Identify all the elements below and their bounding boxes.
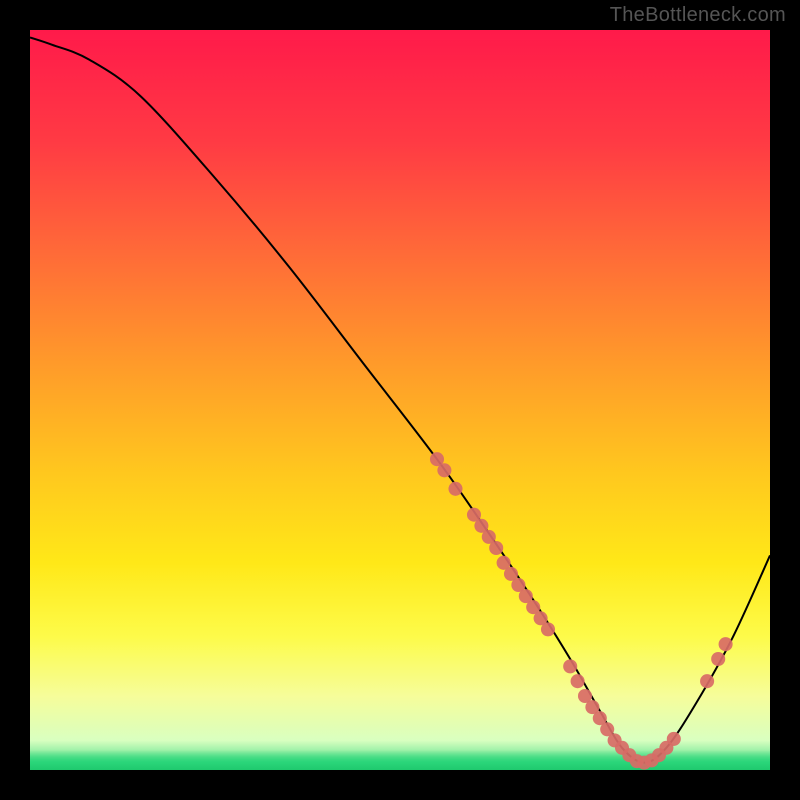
curve-dot — [667, 732, 681, 746]
curve-dot — [448, 482, 462, 496]
plot-area — [30, 30, 770, 770]
chart-svg — [30, 30, 770, 770]
curve-dot — [489, 541, 503, 555]
curve-dot — [541, 622, 555, 636]
watermark-text: TheBottleneck.com — [610, 4, 786, 27]
curve-dot — [700, 674, 714, 688]
curve-dots-group — [430, 452, 733, 769]
curve-dot — [437, 463, 451, 477]
curve-dot — [711, 652, 725, 666]
curve-dot — [719, 637, 733, 651]
curve-dot — [571, 674, 585, 688]
bottleneck-curve — [30, 37, 770, 762]
curve-dot — [563, 659, 577, 673]
